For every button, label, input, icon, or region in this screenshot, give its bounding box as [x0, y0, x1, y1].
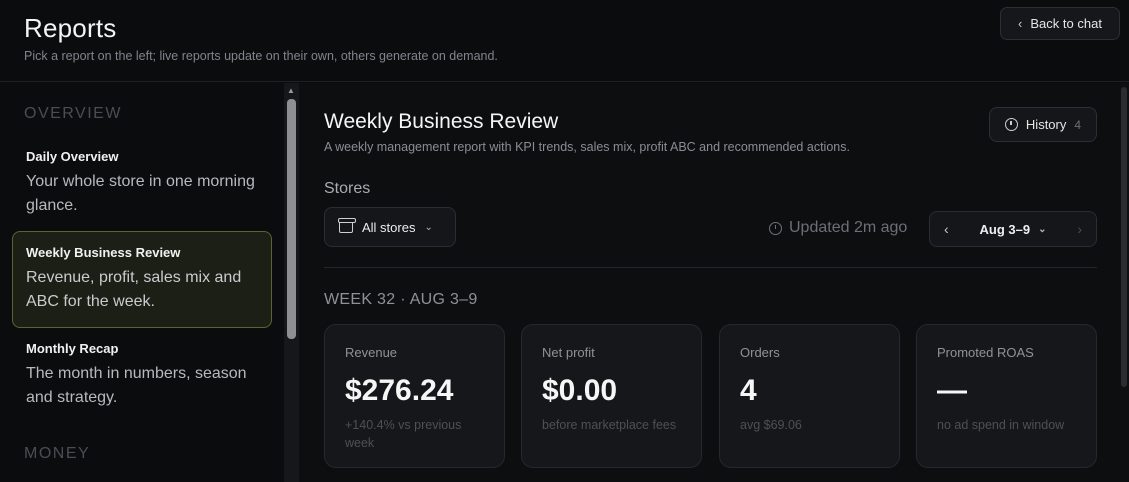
kpi-card-net-profit: Net profit $0.00 before marketplace fees — [521, 324, 702, 468]
kpi-label: Promoted ROAS — [937, 345, 1034, 360]
sidebar-item-desc: The month in numbers, season and strateg… — [26, 365, 247, 406]
kpi-label: Net profit — [542, 345, 595, 360]
sidebar-item-desc: Your whole store in one morning glance. — [26, 173, 255, 214]
scroll-up-icon[interactable]: ▲ — [287, 86, 295, 95]
history-label: History — [1025, 117, 1067, 132]
top-bar: Reports Pick a report on the left; live … — [0, 0, 1129, 82]
sidebar-item-desc: Revenue, profit, sales mix and ABC for t… — [26, 269, 242, 310]
kpi-value: $0.00 — [542, 374, 618, 407]
chevron-left-icon: ‹ — [1018, 16, 1023, 31]
stores-selected-value: All stores — [362, 219, 416, 235]
date-range-label: Aug 3–9 — [979, 221, 1031, 237]
sidebar-item-monthly-recap[interactable]: Monthly Recap The month in numbers, seas… — [12, 327, 272, 424]
clock-icon — [1004, 118, 1018, 131]
kpi-value: — — [937, 374, 967, 407]
report-title: Weekly Business Review — [324, 110, 559, 133]
clock-icon — [769, 221, 782, 235]
chevron-down-icon: ⌄ — [424, 221, 433, 233]
sidebar-scrollbar-thumb[interactable] — [287, 99, 296, 339]
sidebar-item-title: Weekly Business Review — [26, 245, 181, 260]
report-panel: Weekly Business Review A weekly manageme… — [299, 83, 1120, 482]
report-description: A weekly management report with KPI tren… — [324, 140, 850, 154]
back-to-chat-label: Back to chat — [1030, 16, 1102, 31]
kpi-subtext: before marketplace fees — [542, 418, 677, 432]
stores-dropdown[interactable]: All stores ⌄ — [324, 207, 456, 247]
kpi-value: $276.24 — [345, 374, 454, 407]
previous-week-button[interactable]: ‹ — [944, 221, 949, 237]
sidebar-item-weekly-business-review[interactable]: Weekly Business Review Revenue, profit, … — [12, 231, 272, 328]
sidebar-scrollbar[interactable]: ▲ — [284, 83, 299, 482]
kpi-label: Orders — [740, 345, 780, 360]
kpi-card-orders: Orders 4 avg $69.06 — [719, 324, 900, 468]
page-subtitle: Pick a report on the left; live reports … — [24, 49, 498, 63]
sidebar-item-title: Daily Overview — [26, 149, 119, 164]
sidebar-item-title: Monthly Recap — [26, 341, 119, 356]
kpi-label: Revenue — [345, 345, 398, 360]
history-button[interactable]: History 4 — [989, 107, 1097, 142]
kpi-subtext: no ad spend in window — [937, 418, 1065, 432]
store-icon — [338, 218, 356, 233]
sidebar-item-daily-overview[interactable]: Daily Overview Your whole store in one m… — [12, 135, 272, 232]
kpi-subtext: avg $69.06 — [740, 418, 802, 432]
updated-status: Updated 2m ago — [769, 219, 907, 237]
date-range-dropdown[interactable]: Aug 3–9 ⌄ — [980, 222, 1047, 237]
sidebar-section-overview: OVERVIEW — [24, 105, 122, 122]
week-label: WEEK 32 · AUG 3–9 — [324, 291, 478, 308]
kpi-card-revenue: Revenue $276.24 +140.4% vs previous week — [324, 324, 505, 468]
main-scrollbar[interactable] — [1120, 83, 1129, 482]
next-week-button[interactable]: › — [1077, 221, 1082, 237]
date-range-navigator: ‹ Aug 3–9 ⌄ › — [929, 211, 1097, 247]
kpi-subtext: +140.4% vs previous week — [345, 418, 462, 450]
history-count: 4 — [1074, 117, 1082, 132]
sidebar-section-money: MONEY — [24, 445, 91, 462]
sidebar: OVERVIEW Daily Overview Your whole store… — [0, 83, 284, 482]
divider — [324, 267, 1097, 268]
main-scrollbar-thumb[interactable] — [1121, 87, 1127, 387]
chevron-down-icon: ⌄ — [1038, 223, 1047, 235]
back-to-chat-button[interactable]: ‹ Back to chat — [1000, 7, 1120, 40]
updated-text: Updated 2m ago — [789, 219, 908, 236]
kpi-card-promoted-roas: Promoted ROAS — no ad spend in window — [916, 324, 1097, 468]
stores-label: Stores — [324, 180, 371, 197]
page-title: Reports — [24, 13, 117, 43]
kpi-value: 4 — [740, 374, 757, 407]
